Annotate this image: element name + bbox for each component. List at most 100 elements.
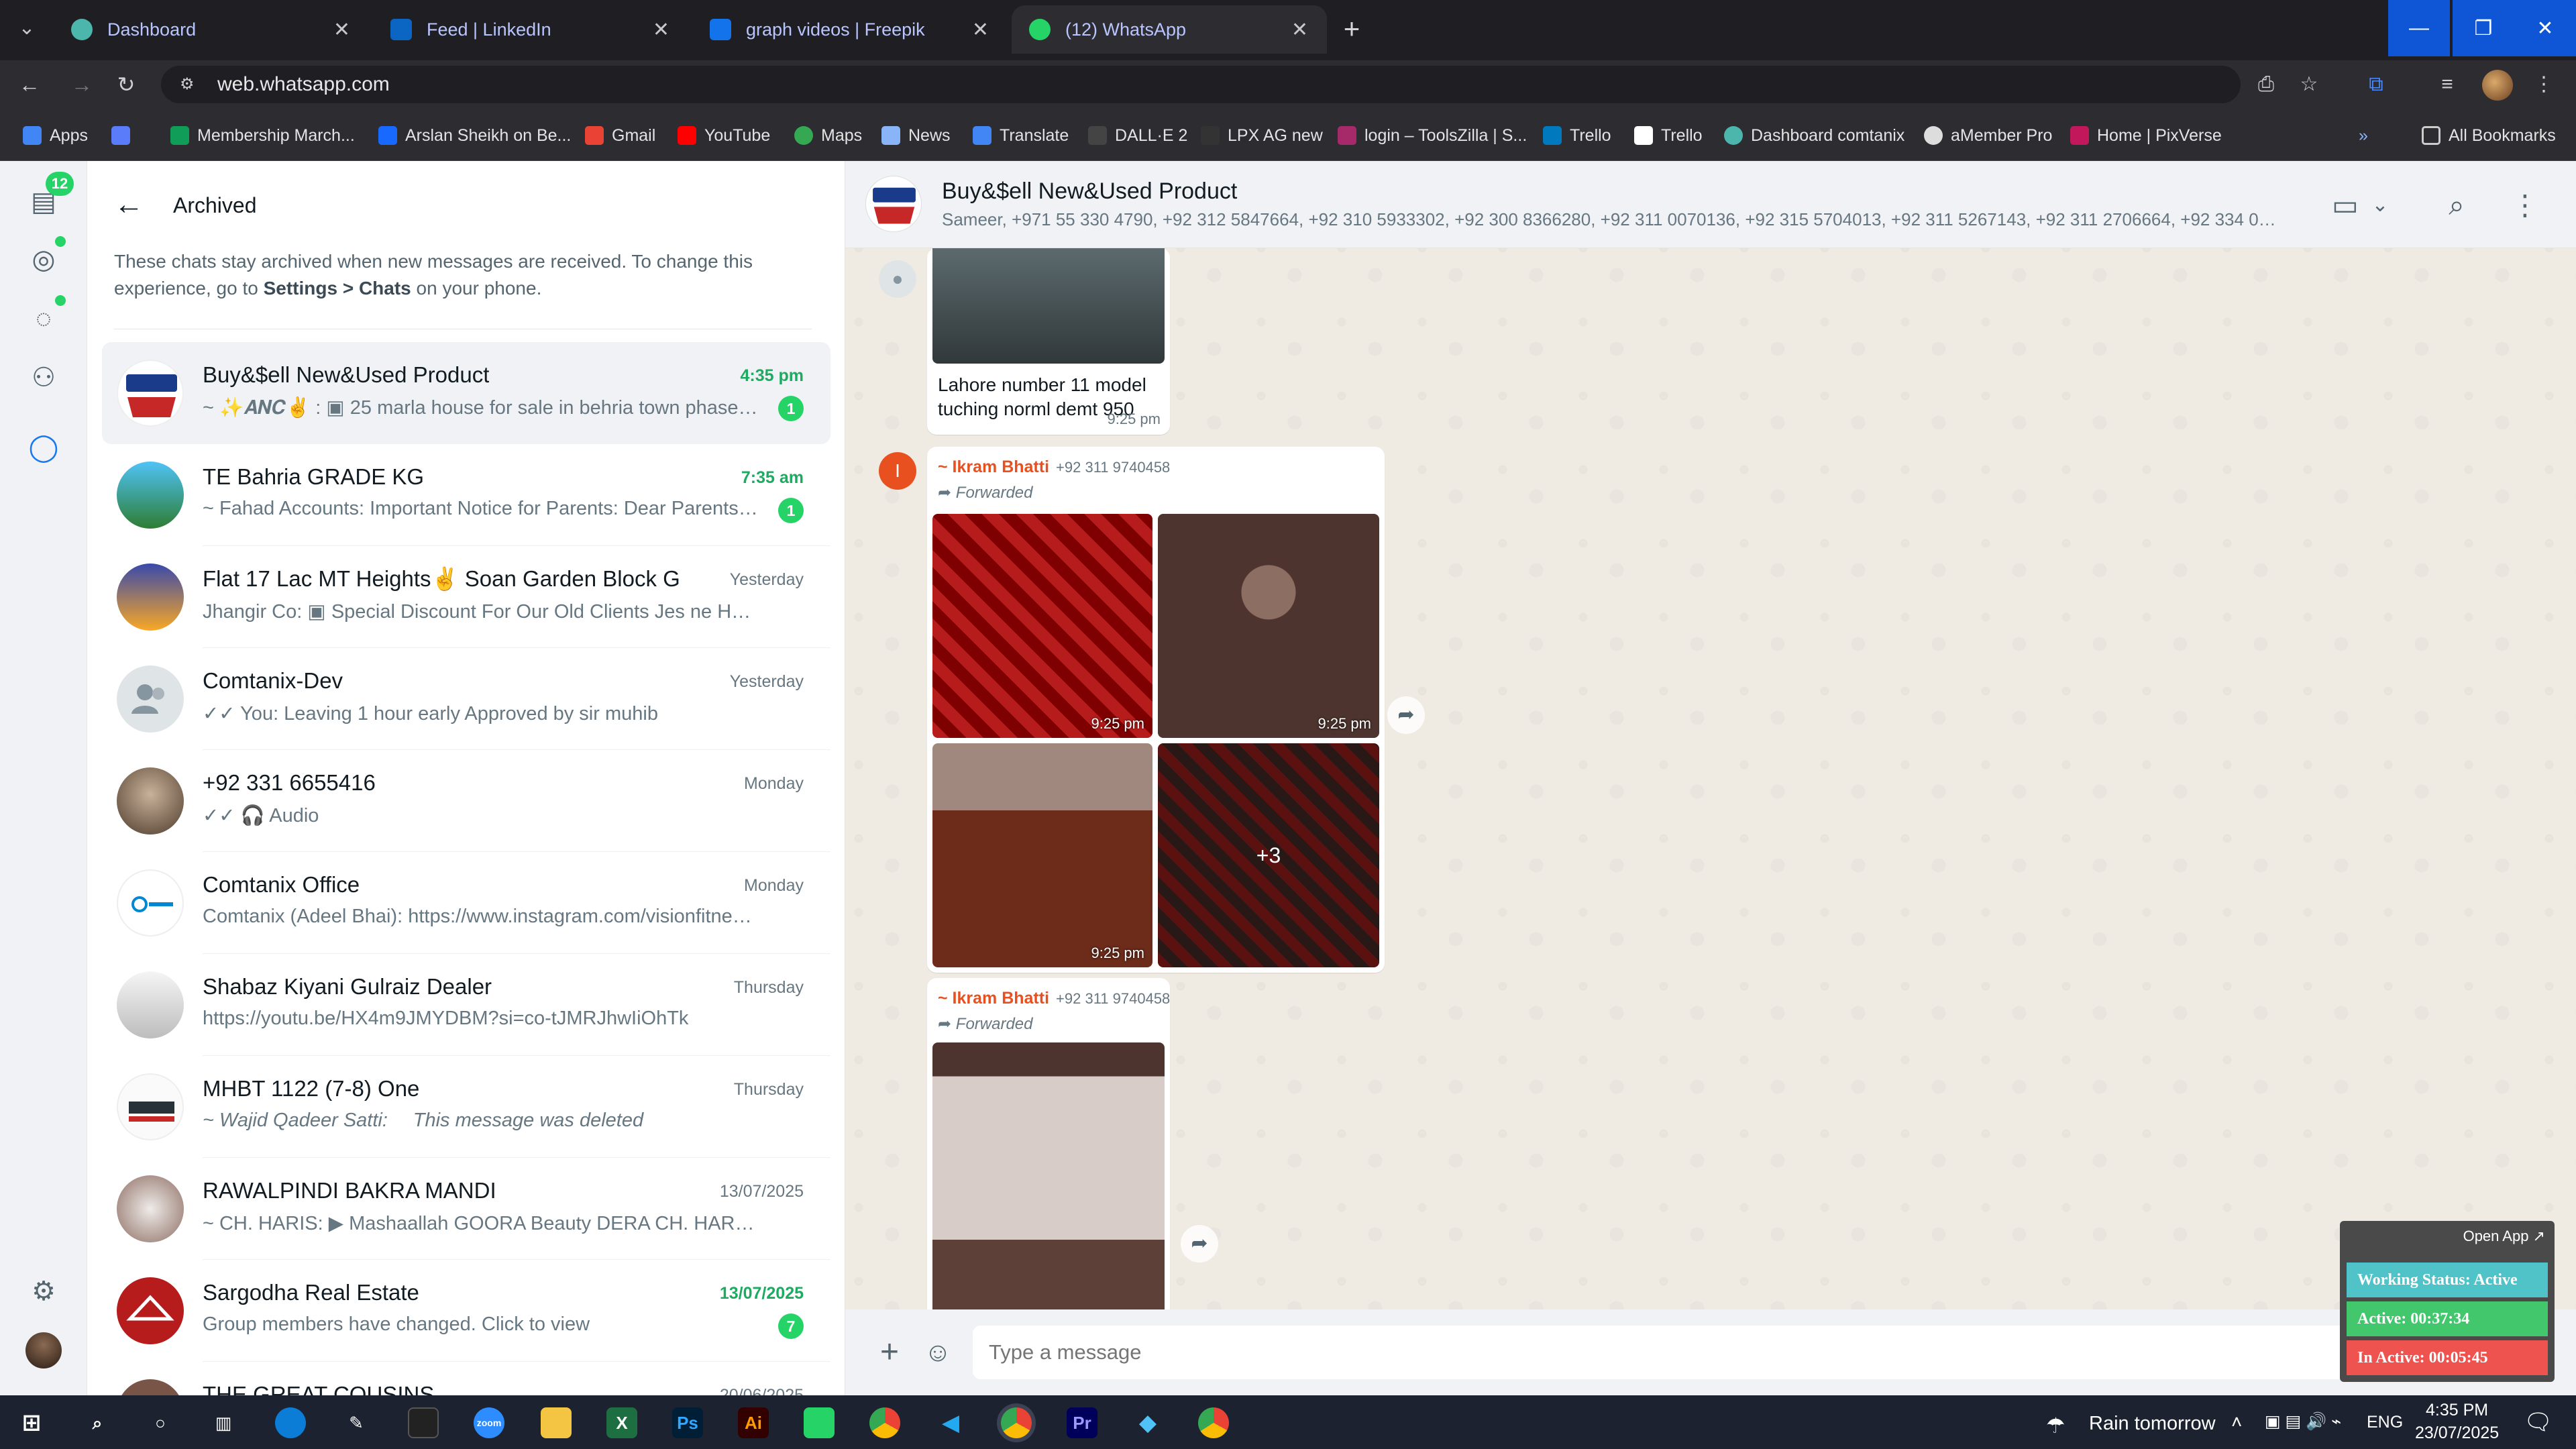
chat-row[interactable]: THE GREAT COUSINS 20/06/2025 (102, 1362, 830, 1395)
tab-freepik[interactable]: graph videos | Freepik ✕ (692, 5, 1008, 54)
bookmark-maps[interactable]: Maps (794, 125, 862, 146)
weather-icon[interactable]: ☂ (2046, 1413, 2065, 1438)
notifications-icon[interactable]: 🗨 (2524, 1409, 2553, 1436)
windows-start-icon[interactable]: ⊞ (16, 1407, 47, 1438)
status-icon[interactable]: ◎ (25, 241, 62, 278)
reload-icon[interactable]: ↻ (111, 70, 141, 99)
address-bar[interactable]: ⚙ web.whatsapp.com (161, 66, 2241, 103)
search-icon[interactable]: ⌕ (2439, 188, 2474, 223)
bed-image[interactable]: 9:25 pm (932, 514, 1152, 738)
close-tab-icon[interactable]: ✕ (333, 18, 350, 42)
search-icon[interactable]: ⌕ (82, 1407, 113, 1438)
album-bubble[interactable]: ~ Ikram Bhatti +92 311 9740458 ➦ Forwarde… (927, 447, 1385, 973)
open-app-link[interactable]: Open App ↗ (2463, 1228, 2545, 1245)
tab-dashboard[interactable]: Dashboard ✕ (54, 5, 369, 54)
close-tab-icon[interactable]: ✕ (1291, 18, 1308, 42)
forward-arrow-icon[interactable]: → (67, 70, 97, 99)
more-options-icon[interactable]: ⋮ (2508, 188, 2542, 223)
chat-row[interactable]: Buy&$ell New&Used Product 4:35 pm ~ ✨𝑨𝑵𝑪… (102, 342, 830, 444)
edge-icon[interactable] (275, 1407, 306, 1438)
cortana-icon[interactable]: ○ (145, 1407, 176, 1438)
chrome-active-icon[interactable] (1001, 1407, 1032, 1438)
bookmark-trello-2[interactable]: Trello (1634, 125, 1703, 146)
bookmark-trello-1[interactable]: Trello (1543, 125, 1611, 146)
communities-icon[interactable]: ⚇ (25, 360, 62, 396)
wardrobe-image[interactable]: 9:25 pm (1158, 514, 1379, 738)
chevron-down-icon[interactable]: ⌄ (2363, 188, 2398, 223)
sticker-icon[interactable]: ☺ (918, 1332, 958, 1373)
zoom-icon[interactable]: zoom (474, 1407, 504, 1438)
bookmark-membership[interactable]: Membership March... (170, 125, 355, 146)
phone-app-icon[interactable] (804, 1407, 835, 1438)
tab-whatsapp[interactable]: (12) WhatsApp ✕ (1012, 5, 1327, 54)
chat-row[interactable]: TE Bahria GRADE KG 7:35 am ~ Fahad Accou… (102, 444, 830, 546)
pen-icon[interactable]: ✎ (341, 1407, 372, 1438)
chat-row[interactable]: RAWALPINDI BAKRA MANDI 13/07/2025 ~ CH. … (102, 1158, 830, 1260)
profile-avatar[interactable] (2482, 70, 2513, 101)
group-avatar[interactable] (865, 176, 922, 232)
excel-icon[interactable]: X (606, 1407, 637, 1438)
bookmark-star-icon[interactable]: ☆ (2294, 70, 2324, 99)
sender-avatar[interactable]: I (879, 452, 916, 490)
close-tab-icon[interactable]: ✕ (972, 18, 989, 42)
all-bookmarks[interactable]: All Bookmarks (2422, 125, 2556, 146)
chrome-icon[interactable] (1198, 1407, 1229, 1438)
photoshop-icon[interactable]: Ps (672, 1407, 703, 1438)
sender-avatar[interactable]: ● (879, 260, 916, 298)
car-image[interactable] (932, 248, 1165, 364)
new-tab-button[interactable]: + (1335, 12, 1368, 46)
sender-name[interactable]: ~ Ikram Bhatti +92 311 9740458 (938, 989, 1170, 1008)
install-app-icon[interactable]: ⎙ (2251, 70, 2281, 99)
attach-plus-icon[interactable]: + (869, 1332, 910, 1373)
premiere-icon[interactable]: Pr (1067, 1407, 1097, 1438)
weather-text[interactable]: Rain tomorrow (2089, 1413, 2216, 1435)
image-bubble[interactable]: ~ Ikram Bhatti +92 311 9740458 ➦ Forwarde… (927, 978, 1170, 1327)
message-bubble[interactable]: Lahore number 11 model tuching norml dem… (927, 248, 1170, 435)
clock-time[interactable]: 4:35 PM (2426, 1401, 2488, 1420)
bookmark-tab-search[interactable] (111, 125, 138, 146)
browser-menu-icon[interactable]: ⋮ (2529, 70, 2559, 99)
bookmark-lpx[interactable]: LPX AG new (1201, 125, 1323, 146)
tab-search-chevron-icon[interactable]: ⌄ (12, 13, 42, 43)
chat-row[interactable]: Comtanix-Dev Yesterday ✓✓ You: Leaving 1… (102, 648, 830, 750)
settings-gear-icon[interactable]: ⚙ (25, 1273, 62, 1309)
task-view-icon[interactable]: ▥ (208, 1407, 239, 1438)
chat-row[interactable]: Shabaz Kiyani Gulraiz Dealer Thursday ht… (102, 954, 830, 1056)
app-diamond-icon[interactable]: ◆ (1132, 1407, 1163, 1438)
minimize-button[interactable]: — (2388, 0, 2450, 56)
chrome-icon[interactable] (869, 1407, 900, 1438)
back-arrow-icon[interactable]: ← (114, 188, 148, 221)
bookmark-news[interactable]: News (881, 125, 951, 146)
terminal-icon[interactable] (408, 1407, 439, 1438)
message-input[interactable] (973, 1326, 2462, 1379)
channels-icon[interactable]: ◌ (25, 301, 62, 337)
file-explorer-icon[interactable] (541, 1407, 572, 1438)
bedframe-image[interactable]: +3 (1158, 743, 1379, 967)
chat-row[interactable]: Comtanix Office Monday Comtanix (Adeel B… (102, 852, 830, 954)
bookmark-behance[interactable]: Arslan Sheikh on Be... (378, 125, 571, 146)
restore-button[interactable]: ❐ (2453, 0, 2514, 56)
forward-message-icon[interactable]: ➦ (1181, 1225, 1218, 1263)
chat-row[interactable]: MHBT 1122 (7-8) One Thursday ~ Wajid Qad… (102, 1056, 830, 1158)
forward-message-icon[interactable]: ➦ (1387, 696, 1425, 734)
my-profile-avatar[interactable] (25, 1332, 62, 1368)
media-controls-icon[interactable]: ≡ (2432, 70, 2462, 99)
close-window-button[interactable]: ✕ (2514, 0, 2576, 56)
meta-ai-icon[interactable]: ◯ (25, 429, 62, 466)
bookmark-dalle[interactable]: DALL·E 2 (1088, 125, 1187, 146)
bookmark-apps[interactable]: Apps (23, 125, 88, 146)
headboard-image[interactable]: 9:25 pm (932, 743, 1152, 967)
bookmark-pixverse[interactable]: Home | PixVerse (2070, 125, 2222, 146)
bookmarks-overflow-icon[interactable]: » (2359, 125, 2368, 146)
chat-row[interactable]: +92 331 6655416 Monday ✓✓ 🎧 Audio (102, 750, 830, 852)
site-info-icon[interactable]: ⚙ (180, 74, 200, 95)
illustrator-icon[interactable]: Ai (738, 1407, 769, 1438)
video-call-icon[interactable]: ▭ (2328, 188, 2363, 223)
conversation-header[interactable]: Buy&$ell New&Used Product Sameer, +971 5… (845, 161, 2576, 248)
back-arrow-icon[interactable]: ← (15, 70, 44, 99)
close-tab-icon[interactable]: ✕ (653, 18, 669, 42)
clock-date[interactable]: 23/07/2025 (2415, 1424, 2499, 1443)
bookmark-toolszilla[interactable]: login – ToolsZilla | S... (1338, 125, 1527, 146)
extensions-icon[interactable]: ⧉ (2361, 70, 2391, 99)
bookmark-gmail[interactable]: Gmail (585, 125, 655, 146)
